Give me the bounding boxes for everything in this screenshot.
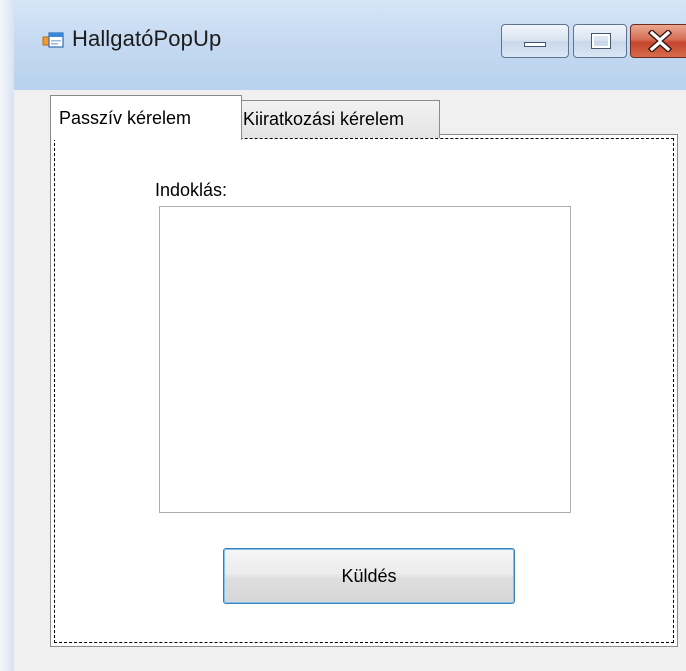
minimize-button[interactable] xyxy=(501,24,569,58)
reason-textarea[interactable] xyxy=(159,206,571,513)
send-button-label: Küldés xyxy=(341,565,397,586)
minimize-icon xyxy=(524,42,546,47)
tab-panel-passziv: Indoklás: Küldés xyxy=(50,134,678,647)
reason-label: Indoklás: xyxy=(155,180,228,200)
close-button[interactable] xyxy=(630,24,686,58)
window-title: HallgatóPopUp xyxy=(72,26,222,51)
app-window: HallgatóPopUp Passzív kérelem Kiiratkozá… xyxy=(0,0,686,671)
send-button[interactable]: Küldés xyxy=(223,548,515,604)
tab-passziv-kerelem[interactable]: Passzív kérelem xyxy=(50,95,242,140)
window-frame-left xyxy=(0,0,14,671)
maximize-icon xyxy=(591,33,611,49)
title-bar[interactable]: HallgatóPopUp xyxy=(14,0,686,90)
tab-label: Passzív kérelem xyxy=(59,107,192,128)
app-form-icon xyxy=(42,30,64,52)
tab-kiiratkozasi-kerelem[interactable]: Kiiratkozási kérelem xyxy=(234,100,440,138)
client-area: Passzív kérelem Kiiratkozási kérelem Ind… xyxy=(14,90,686,671)
close-icon xyxy=(631,25,686,57)
maximize-button[interactable] xyxy=(573,24,627,58)
tab-label: Kiiratkozási kérelem xyxy=(243,109,405,129)
